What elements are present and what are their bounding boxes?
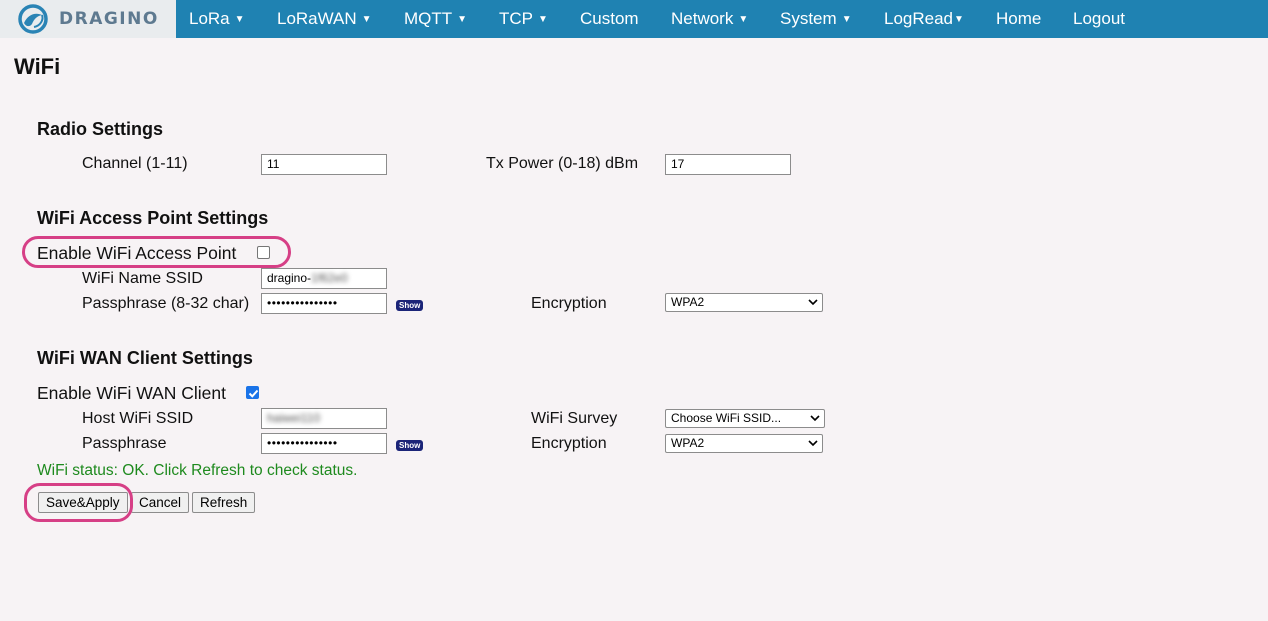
wifi-survey-select[interactable]: Choose WiFi SSID... [665,409,825,428]
nav-label: Logout [1073,9,1125,28]
ap-passphrase-input[interactable]: ••••••••••••••• [261,293,387,314]
host-ssid-redacted: haiwei110 [267,411,321,425]
ap-ssid-input[interactable]: dragino-1f62e0 [261,268,387,289]
ap-passphrase-label: Passphrase (8-32 char) [82,295,250,312]
nav-network[interactable]: Network ▼ [671,0,748,38]
wifi-status-text: WiFi status: OK. Click Refresh to check … [37,462,358,479]
caret-down-icon: ▼ [738,14,749,25]
caret-down-icon: ▼ [457,14,468,25]
wan-settings-title: WiFi WAN Client Settings [37,348,253,368]
ap-ssid-label: WiFi Name SSID [82,270,203,287]
wifi-survey-value: Choose WiFi SSID... [671,411,782,425]
refresh-button[interactable]: Refresh [192,492,256,513]
wan-encryption-label: Encryption [531,435,607,452]
ap-ssid-redacted: 1f62e0 [311,271,348,285]
wan-passphrase-label: Passphrase [82,435,167,452]
nav-logout[interactable]: Logout [1073,0,1125,38]
nav-label: LoRaWAN [277,9,357,28]
ap-settings-title: WiFi Access Point Settings [37,208,269,228]
wan-encryption-value: WPA2 [671,436,705,450]
nav-system[interactable]: System ▼ [780,0,852,38]
nav-label: System [780,9,837,28]
enable-wan-label: Enable WiFi WAN Client [37,383,226,403]
caret-down-icon: ▼ [234,14,245,25]
nav-label: MQTT [404,9,453,28]
nav-label: Custom [580,9,639,28]
radio-settings-title: Radio Settings [37,119,164,139]
ap-encryption-select[interactable]: WPA2 [665,293,823,312]
chevron-down-icon [808,299,818,306]
page-title: WiFi [14,54,61,79]
wan-show-password-button[interactable]: Show [396,440,424,451]
nav-label: Home [996,9,1042,28]
enable-ap-checkbox[interactable] [257,246,270,259]
checkmark-icon [248,389,259,398]
channel-label: Channel (1-11) [82,155,188,172]
ap-show-password-button[interactable]: Show [396,300,424,311]
wifi-survey-label: WiFi Survey [531,410,618,427]
wan-passphrase-input[interactable]: ••••••••••••••• [261,433,387,454]
brand-name: DRAGINO [59,9,159,29]
nav-label: Network [671,9,734,28]
top-navbar: DRAGINO LoRa ▼ LoRaWAN ▼ MQTT ▼ TCP ▼ Custom… [0,0,1268,38]
chevron-down-icon [808,440,818,447]
brand-logo[interactable]: DRAGINO [0,0,176,38]
caret-down-icon: ▼ [841,14,852,25]
nav-lora[interactable]: LoRa ▼ [189,0,245,38]
nav-logread[interactable]: LogRead▼ [884,0,964,38]
ap-ssid-prefix: dragino- [267,271,312,285]
tx-power-input[interactable]: 17 [665,154,791,175]
enable-wan-checkbox[interactable] [246,386,259,399]
wan-encryption-select[interactable]: WPA2 [665,434,823,453]
cancel-button[interactable]: Cancel [131,492,190,513]
nav-label: LogRead [884,9,954,28]
nav-home[interactable]: Home [996,0,1041,38]
nav-tcp[interactable]: TCP ▼ [499,0,548,38]
tx-power-label: Tx Power (0-18) dBm [486,155,639,172]
caret-down-icon: ▼ [538,14,548,25]
enable-ap-label: Enable WiFi Access Point [37,243,237,263]
host-ssid-input[interactable]: haiwei110 [261,408,387,429]
chevron-down-icon [810,415,820,422]
nav-label: TCP [499,9,533,28]
save-apply-button[interactable]: Save&Apply [38,492,128,513]
caret-down-icon: ▼ [361,14,372,25]
nav-custom[interactable]: Custom [580,0,639,38]
nav-label: LoRa [189,9,230,28]
ap-encryption-label: Encryption [531,295,607,312]
dragino-logo-icon [18,4,48,34]
ap-encryption-value: WPA2 [671,295,705,309]
nav-mqtt[interactable]: MQTT ▼ [404,0,467,38]
channel-input[interactable]: 11 [261,154,387,175]
host-ssid-label: Host WiFi SSID [82,410,194,427]
caret-down-icon: ▼ [954,14,964,25]
nav-lorawan[interactable]: LoRaWAN ▼ [277,0,372,38]
